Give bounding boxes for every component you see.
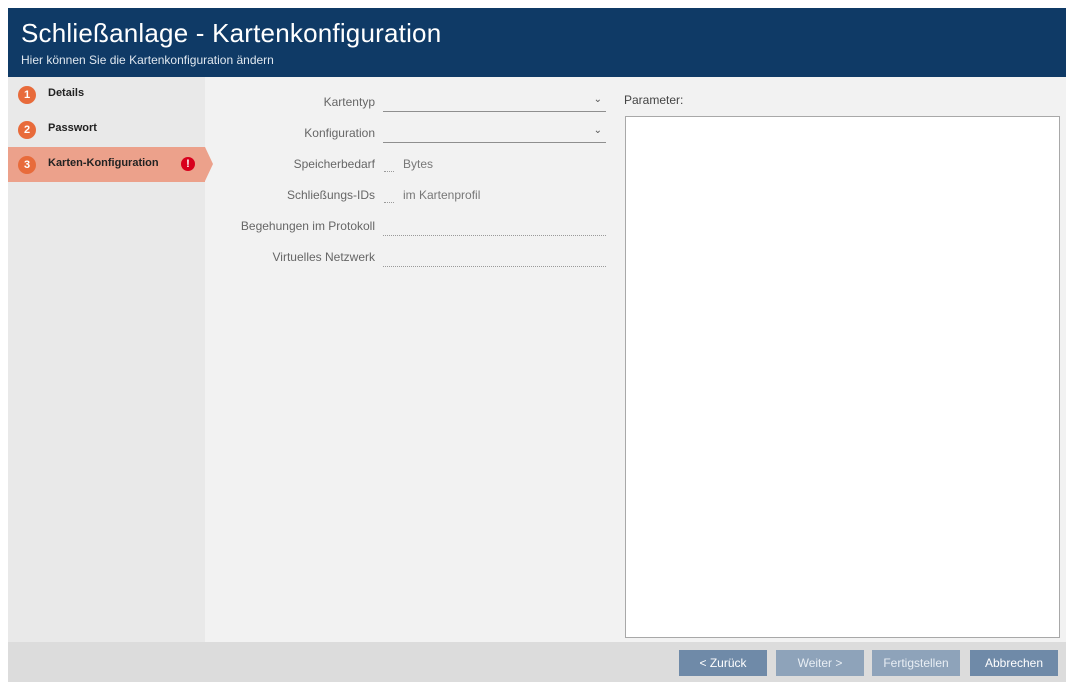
- dialog-footer: < Zurück Weiter > Fertigstellen Abbreche…: [8, 642, 1066, 682]
- step-passwort[interactable]: 2 Passwort: [8, 112, 205, 147]
- speicherbedarf-value: [384, 161, 394, 172]
- step-number-badge: 3: [18, 156, 36, 174]
- schliessungs-ids-label: Schließungs-IDs: [286, 188, 375, 202]
- parameter-label: Parameter:: [624, 93, 684, 107]
- konfiguration-label: Konfiguration: [304, 126, 375, 140]
- kartentyp-label: Kartentyp: [323, 95, 375, 109]
- dialog-subtitle: Hier können Sie die Kartenkonfiguration …: [21, 53, 274, 67]
- speicherbedarf-unit: Bytes: [403, 157, 434, 171]
- begehungen-label: Begehungen im Protokoll: [240, 219, 375, 233]
- next-button[interactable]: Weiter >: [776, 650, 864, 676]
- kartentyp-dropdown[interactable]: ⌄: [383, 93, 606, 112]
- begehungen-field[interactable]: [383, 217, 606, 236]
- step-number-badge: 1: [18, 86, 36, 104]
- speicherbedarf-label: Speicherbedarf: [293, 157, 375, 171]
- chevron-down-icon: ⌄: [593, 94, 602, 105]
- step-karten-konfiguration[interactable]: 3 Karten-Konfiguration !: [8, 147, 213, 182]
- step-details[interactable]: 1 Details: [8, 77, 205, 112]
- dialog-title: Schließanlage - Kartenkonfiguration: [21, 18, 442, 48]
- wizard-dialog: Schließanlage - Kartenkonfiguration Hier…: [8, 8, 1066, 682]
- cancel-button[interactable]: Abbrechen: [970, 650, 1058, 676]
- step-label: Details: [48, 87, 85, 99]
- chevron-down-icon: ⌄: [593, 125, 602, 136]
- error-icon: !: [181, 157, 195, 171]
- schliessungs-ids-unit: im Kartenprofil: [403, 188, 481, 202]
- konfiguration-dropdown[interactable]: ⌄: [383, 124, 606, 143]
- dialog-header: Schließanlage - Kartenkonfiguration Hier…: [8, 8, 1066, 77]
- parameter-textarea[interactable]: [625, 116, 1060, 638]
- finish-button[interactable]: Fertigstellen: [872, 650, 960, 676]
- back-button[interactable]: < Zurück: [679, 650, 767, 676]
- step-number-badge: 2: [18, 121, 36, 139]
- schliessungs-ids-value: [384, 192, 394, 203]
- virtuelles-netzwerk-field[interactable]: [383, 248, 606, 267]
- step-label: Karten-Konfiguration: [48, 157, 159, 169]
- wizard-steps: 1 Details 2 Passwort 3 Karten-Konfigurat…: [8, 77, 213, 642]
- virtuelles-netzwerk-label: Virtuelles Netzwerk: [272, 250, 375, 264]
- step-label: Passwort: [48, 122, 97, 134]
